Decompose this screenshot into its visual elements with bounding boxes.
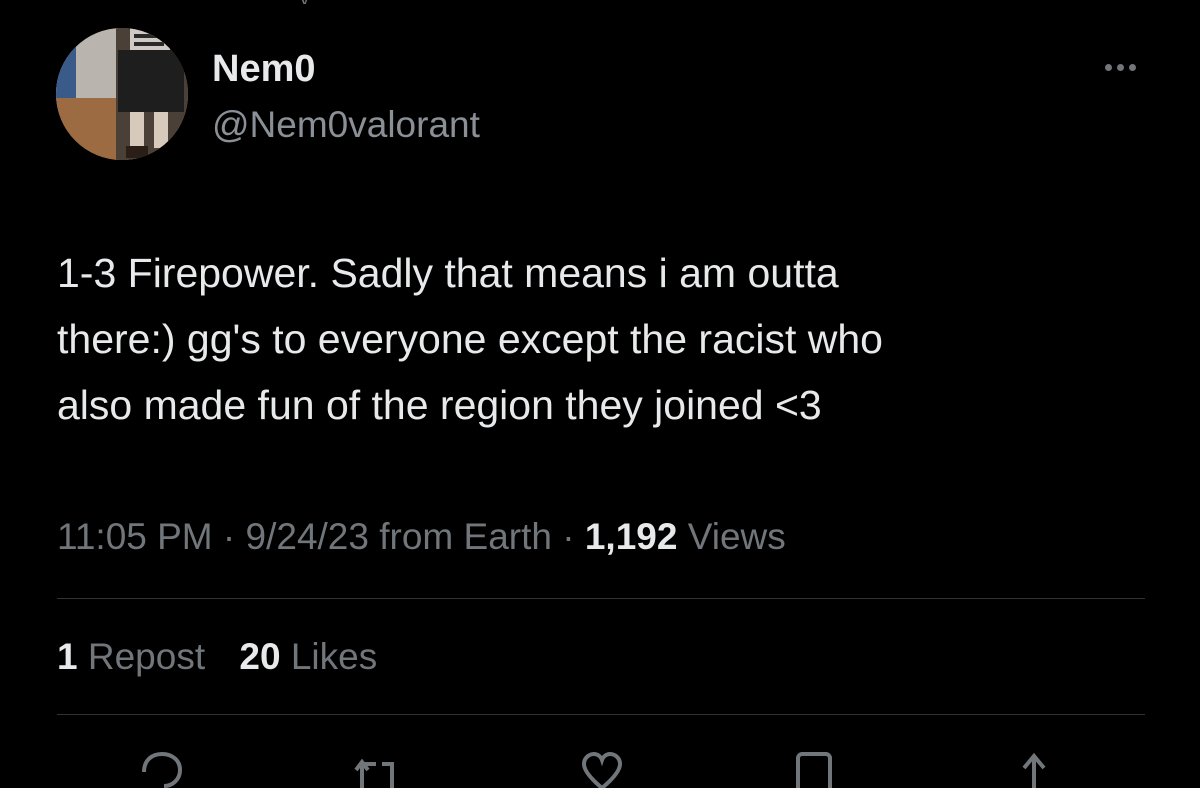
tweet-text-line: also made fun of the region they joined … — [57, 382, 822, 428]
more-options-button[interactable] — [1094, 52, 1146, 82]
divider — [57, 714, 1145, 715]
repost-icon — [354, 758, 394, 788]
reply-button[interactable] — [138, 748, 186, 788]
more-horizontal-icon-dot — [1116, 63, 1124, 71]
engagement-stats: 1 Repost 20 Likes — [57, 632, 401, 682]
likes-count: 20 — [239, 636, 281, 677]
more-horizontal-icon — [1104, 63, 1112, 71]
reply-icon — [142, 751, 183, 788]
likes-stat[interactable]: 20 Likes — [239, 636, 377, 677]
views-count: 1,192 — [584, 516, 678, 557]
tweet-date[interactable]: 9/24/23 — [246, 516, 369, 557]
more-horizontal-icon-dot — [1128, 63, 1136, 71]
divider — [57, 598, 1145, 599]
author-display-name[interactable]: Nem0 — [212, 46, 316, 92]
tweet-text-line: there:) gg's to everyone except the raci… — [57, 316, 883, 362]
repost-button[interactable] — [352, 748, 400, 788]
bookmark-icon — [796, 752, 832, 788]
meta-separator: · — [562, 516, 575, 557]
avatar-photo — [56, 28, 188, 160]
tweet-text-line: 1-3 Firepower. Sadly that means i am out… — [57, 250, 839, 296]
tweet-location: from Earth — [379, 516, 552, 557]
cropped-text-fragment: y — [300, 0, 318, 4]
tweet-time[interactable]: 11:05 PM — [57, 516, 213, 557]
share-icon — [1022, 752, 1046, 788]
heart-icon — [581, 751, 623, 788]
tweet-text: 1-3 Firepower. Sadly that means i am out… — [57, 240, 1147, 438]
bookmark-button[interactable] — [790, 748, 838, 788]
reposts-count: 1 — [57, 636, 78, 677]
author-handle[interactable]: @Nem0valorant — [212, 102, 480, 148]
likes-label: Likes — [290, 636, 378, 677]
avatar[interactable] — [56, 28, 188, 160]
like-button[interactable] — [578, 748, 626, 788]
views-label: Views — [687, 516, 786, 557]
tweet-meta: 11:05 PM · 9/24/23 from Earth · 1,192 Vi… — [57, 512, 786, 562]
reposts-label: Repost — [87, 636, 206, 677]
reposts-stat[interactable]: 1 Repost — [57, 636, 205, 677]
meta-separator: · — [222, 516, 236, 557]
share-button[interactable] — [1010, 748, 1058, 788]
